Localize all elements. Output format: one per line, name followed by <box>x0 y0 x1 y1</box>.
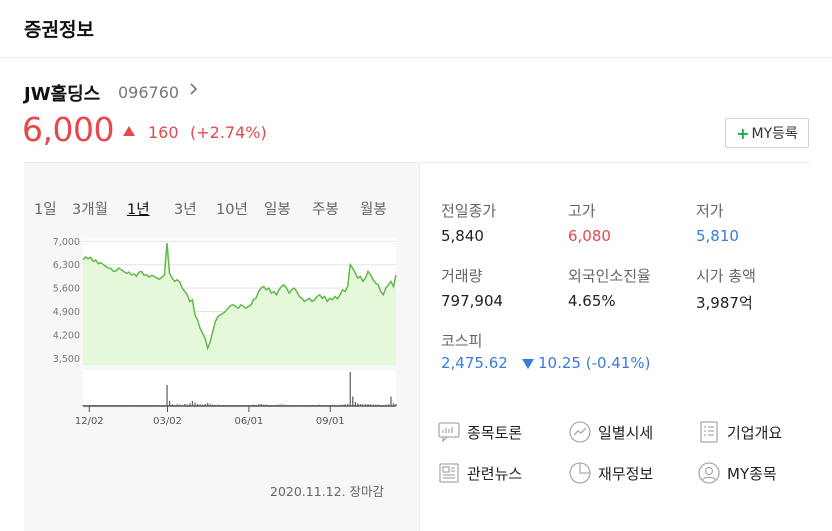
y-tick-label: 7,000 <box>53 237 80 248</box>
volume-bar <box>191 400 194 406</box>
y-tick-label: 5,600 <box>53 284 80 295</box>
kospi-change: 10.25 (-0.41%) <box>538 354 651 372</box>
price-chart[interactable]: 7,000 6,300 5,600 4,900 4,200 3,500 12/02 03/0… <box>40 228 402 428</box>
info-value: 4.65% <box>568 292 616 310</box>
link-my-stocks[interactable]: MY종목 <box>697 461 777 485</box>
volume-bar <box>166 384 168 406</box>
info-label: 저가 <box>696 202 724 220</box>
tab-period[interactable]: 월봉 <box>360 198 387 219</box>
link-daily-price[interactable]: 일별시세 <box>568 420 653 444</box>
tab-period[interactable]: 1년 <box>127 198 150 219</box>
volume-plot-bg <box>83 370 396 406</box>
trend-icon <box>569 421 591 443</box>
volume-bar <box>168 400 171 406</box>
price-change-rate: (+2.74%) <box>190 123 267 142</box>
info-label: 외국인소진율 <box>568 267 651 285</box>
info-high: 고가 6,080 <box>568 200 611 245</box>
link-news[interactable]: 관련뉴스 <box>437 461 522 485</box>
x-tick-label: 03/02 <box>153 416 182 427</box>
kospi-label[interactable]: 코스피 <box>441 330 482 351</box>
link-label: 관련뉴스 <box>467 464 523 483</box>
page-title: 증권정보 <box>24 19 94 41</box>
info-value: 5,840 <box>441 227 484 245</box>
info-market-cap: 시가 총액 3,987억 <box>696 265 756 313</box>
link-company-overview[interactable]: 기업개요 <box>697 420 782 444</box>
info-value: 797,904 <box>441 292 504 310</box>
pie-icon <box>569 462 591 484</box>
info-value: 6,080 <box>568 227 611 245</box>
info-label: 전일종가 <box>441 202 497 220</box>
panel-divider <box>419 163 420 531</box>
tab-period[interactable]: 주봉 <box>312 198 339 219</box>
y-tick-label: 3,500 <box>53 354 80 365</box>
kospi-change-rate: (-0.41%) <box>585 354 651 372</box>
market-close-label: 2020.11.12. 장마감 <box>270 484 385 499</box>
tab-period[interactable]: 3년 <box>174 198 197 219</box>
kospi-value: 2,475.62 <box>441 354 508 372</box>
stock-name[interactable]: JW홀딩스 <box>24 80 100 106</box>
info-value: 3,987억 <box>696 294 753 312</box>
stock-code[interactable]: 096760 <box>118 83 179 102</box>
info-prev-close: 전일종가 5,840 <box>441 200 496 245</box>
x-tick-label: 12/02 <box>75 416 104 427</box>
my-register-label: MY등록 <box>751 126 798 142</box>
x-tick-label: 09/01 <box>316 416 345 427</box>
info-value: 5,810 <box>696 227 739 245</box>
up-arrow-icon <box>123 126 135 136</box>
volume-bar <box>352 396 354 406</box>
x-tick-label: 06/01 <box>234 416 263 427</box>
tab-period[interactable]: 3개월 <box>72 198 108 219</box>
tab-period[interactable]: 10년 <box>216 198 248 219</box>
volume-bar <box>349 372 351 406</box>
y-tick-label: 4,200 <box>53 330 80 341</box>
y-tick-label: 6,300 <box>53 260 80 271</box>
info-volume: 거래량 797,904 <box>441 265 503 310</box>
info-foreign: 외국인소진율 4.65% <box>568 265 651 310</box>
link-discussion[interactable]: 종목토론 <box>437 420 522 444</box>
tab-period[interactable]: 1일 <box>34 198 57 219</box>
link-label: 재무정보 <box>598 464 654 483</box>
chat-icon <box>438 422 460 443</box>
y-tick-label: 4,900 <box>53 307 80 318</box>
info-low: 저가 5,810 <box>696 200 739 245</box>
info-label: 고가 <box>568 202 596 220</box>
link-label: 기업개요 <box>727 423 783 442</box>
volume-bar <box>390 396 392 406</box>
link-label: 일별시세 <box>598 423 654 442</box>
down-arrow-icon <box>522 359 534 369</box>
chevron-right-icon[interactable] <box>189 82 199 100</box>
header: 증권정보 <box>0 0 832 58</box>
price-change: 160 <box>148 123 179 142</box>
info-label: 거래량 <box>441 267 483 285</box>
link-financials[interactable]: 재무정보 <box>568 461 653 485</box>
plus-icon: + <box>736 123 750 143</box>
my-register-button[interactable]: + MY등록 <box>725 118 809 148</box>
current-price: 6,000 <box>22 110 114 149</box>
kospi-change-value: 10.25 <box>538 354 581 372</box>
tab-period[interactable]: 일봉 <box>264 198 291 219</box>
link-label: MY종목 <box>727 464 777 483</box>
link-label: 종목토론 <box>467 423 523 442</box>
news-icon <box>439 463 459 483</box>
info-label: 시가 총액 <box>696 267 756 285</box>
list-icon <box>700 421 718 443</box>
user-icon <box>698 462 720 484</box>
